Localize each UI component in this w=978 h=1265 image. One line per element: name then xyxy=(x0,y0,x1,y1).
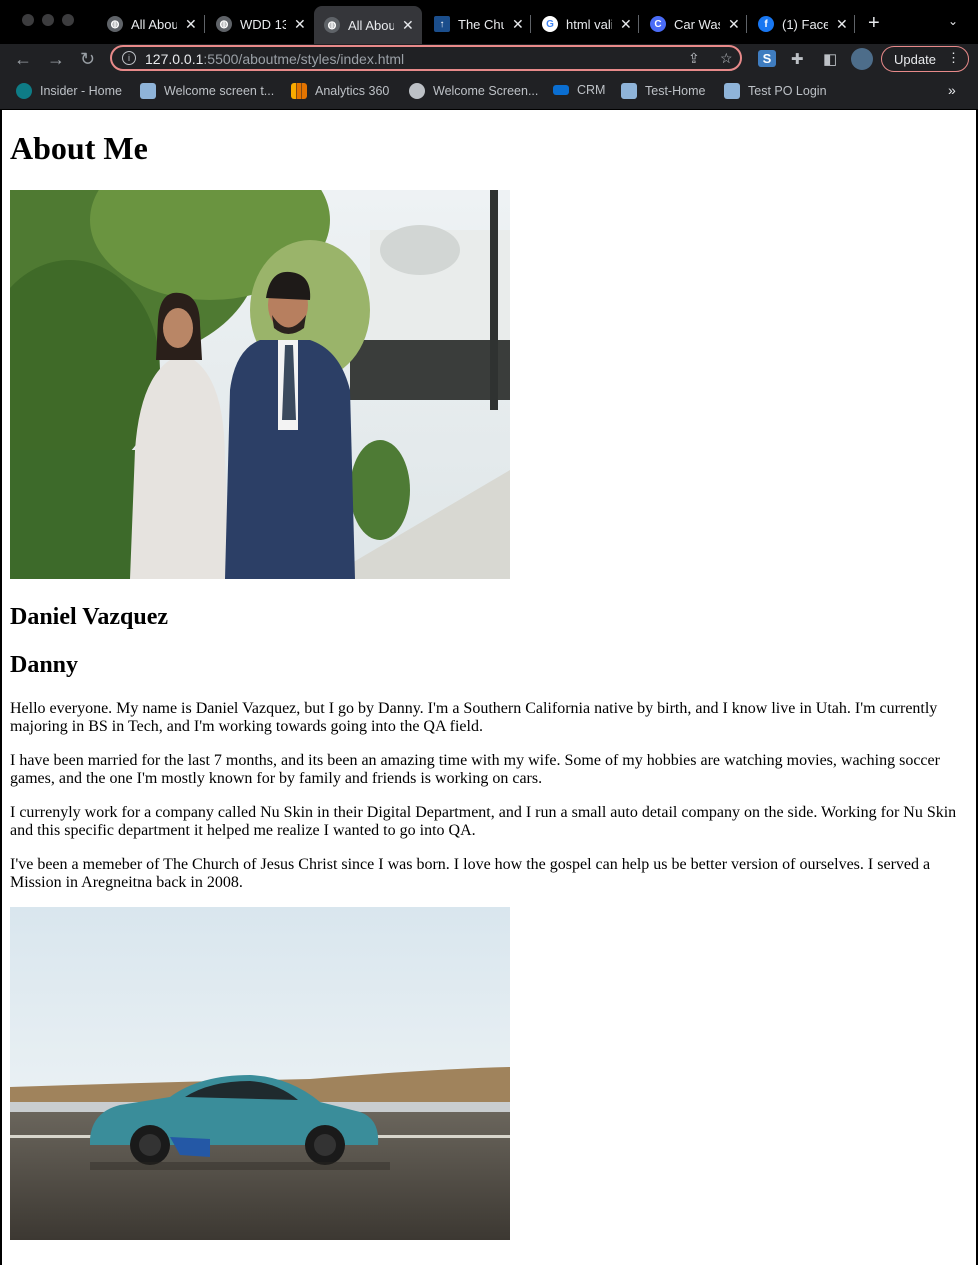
tab-wdd-130[interactable]: ◍ WDD 130 ✕ xyxy=(216,8,306,40)
globe-icon: ◍ xyxy=(107,16,123,32)
tab-car-wash[interactable]: C Car Wash ✕ xyxy=(650,8,740,40)
bookmark-crm[interactable]: CRM xyxy=(553,83,605,97)
bookmark-label: Analytics 360 xyxy=(315,84,390,98)
welcome-icon xyxy=(140,83,156,99)
tab-title: Car Wash xyxy=(674,16,720,32)
tab-html-validator[interactable]: G html validator ✕ xyxy=(542,8,632,40)
bookmark-test-home[interactable]: Test-Home xyxy=(621,83,705,99)
extension-s-icon[interactable]: S xyxy=(758,50,776,67)
close-tab-icon[interactable]: ✕ xyxy=(728,16,740,33)
tab-search-chevron-icon[interactable]: ⌄ xyxy=(948,14,958,28)
welcome-icon xyxy=(724,83,740,99)
profile-avatar[interactable] xyxy=(851,48,873,70)
back-arrow-icon[interactable]: ← xyxy=(14,49,32,70)
address-bar[interactable]: i 127.0.0.1:5500/aboutme/styles/index.ht… xyxy=(110,45,742,71)
close-tab-icon[interactable]: ✕ xyxy=(294,16,306,33)
wedding-photo xyxy=(10,190,510,579)
bookmark-label: Test PO Login xyxy=(748,84,827,98)
bookmark-insider-home[interactable]: Insider - Home xyxy=(16,83,122,99)
window-minimize-light[interactable] xyxy=(42,14,54,26)
bookmark-label: Welcome Screen... xyxy=(433,84,539,98)
tab-title: The Church xyxy=(458,16,504,32)
bookmark-label: Insider - Home xyxy=(40,84,122,98)
bookmarks-bar: Insider - Home Welcome screen t... Analy… xyxy=(0,78,978,104)
facebook-icon: f xyxy=(758,16,774,32)
intro-paragraph: Hello everyone. My name is Daniel Vazque… xyxy=(10,700,938,735)
site-info-icon[interactable]: i xyxy=(122,51,136,65)
new-tab-button[interactable]: + xyxy=(868,12,880,35)
url-path: :5500/aboutme/styles/index.html xyxy=(203,51,405,67)
nickname-heading: Danny xyxy=(10,652,79,678)
tab-strip: ◍ All About Me ✕ ◍ WDD 130 ✕ ◍ All About… xyxy=(0,0,978,44)
window-zoom-light[interactable] xyxy=(62,14,74,26)
update-button[interactable]: Update ⋮ xyxy=(881,46,969,72)
tab-all-about-me-1[interactable]: ◍ All About Me ✕ xyxy=(107,8,197,40)
sap-icon xyxy=(553,85,569,95)
close-tab-icon[interactable]: ✕ xyxy=(185,16,197,33)
tab-title: html validator xyxy=(566,16,612,32)
bookmark-star-icon[interactable]: ☆ xyxy=(720,50,733,67)
bookmark-label: Welcome screen t... xyxy=(164,84,275,98)
bookmarks-overflow-chevron-icon[interactable]: » xyxy=(948,82,956,98)
work-paragraph: I currenyly work for a company called Nu… xyxy=(10,804,957,839)
extensions-puzzle-icon[interactable]: ✚ xyxy=(791,50,804,68)
bookmark-test-po-login[interactable]: Test PO Login xyxy=(724,83,827,99)
bookmark-label: CRM xyxy=(577,83,606,97)
tab-the-church[interactable]: ↑ The Church ✕ xyxy=(434,8,524,40)
analytics-icon xyxy=(291,83,307,99)
faith-paragraph: I've been a memeber of The Church of Jes… xyxy=(10,856,931,891)
forward-arrow-icon[interactable]: → xyxy=(47,49,65,70)
google-icon: G xyxy=(542,16,558,32)
side-panel-icon[interactable]: ◧ xyxy=(823,50,837,68)
close-tab-icon[interactable]: ✕ xyxy=(620,16,632,33)
welcome-icon xyxy=(621,83,637,99)
window-close-light[interactable] xyxy=(22,14,34,26)
c-logo-icon: C xyxy=(650,16,666,32)
tab-title: All About Me xyxy=(131,16,177,32)
bookmark-label: Test-Home xyxy=(645,84,706,98)
tab-title: All About Me xyxy=(348,17,394,33)
insider-icon xyxy=(16,83,32,99)
church-icon: ↑ xyxy=(434,16,450,32)
url-host: 127.0.0.1 xyxy=(145,51,204,67)
page-content: About Me Daniel Vazquez Danny Hello ever… xyxy=(2,110,976,1265)
close-tab-icon[interactable]: ✕ xyxy=(402,17,414,34)
tab-title: WDD 130 xyxy=(240,16,286,32)
update-label: Update xyxy=(894,51,936,67)
browser-chrome: ◍ All About Me ✕ ◍ WDD 130 ✕ ◍ All About… xyxy=(0,0,978,109)
tab-title: (1) Facebook xyxy=(782,16,828,32)
share-icon[interactable]: ⇪ xyxy=(688,50,700,67)
close-tab-icon[interactable]: ✕ xyxy=(836,16,848,33)
close-tab-icon[interactable]: ✕ xyxy=(512,16,524,33)
reload-icon[interactable]: ↻ xyxy=(80,49,95,70)
menu-dots-icon[interactable]: ⋮ xyxy=(947,50,960,66)
car-photo xyxy=(10,907,510,1240)
globe-icon: ◍ xyxy=(216,16,232,32)
url-text[interactable]: 127.0.0.1:5500/aboutme/styles/index.html xyxy=(145,51,404,67)
tab-facebook[interactable]: f (1) Facebook ✕ xyxy=(758,8,848,40)
bookmark-welcome-screen-t[interactable]: Welcome screen t... xyxy=(140,83,274,99)
full-name-heading: Daniel Vazquez xyxy=(10,604,169,630)
bookmark-welcome-screen[interactable]: Welcome Screen... xyxy=(409,83,538,99)
globe-icon xyxy=(409,83,425,99)
bookmark-analytics-360[interactable]: Analytics 360 xyxy=(291,83,389,99)
globe-icon: ◍ xyxy=(324,17,340,33)
family-hobbies-paragraph: I have been married for the last 7 month… xyxy=(10,752,940,787)
tab-all-about-me-active[interactable]: ◍ All About Me ✕ xyxy=(314,6,422,44)
page-title: About Me xyxy=(10,130,148,166)
